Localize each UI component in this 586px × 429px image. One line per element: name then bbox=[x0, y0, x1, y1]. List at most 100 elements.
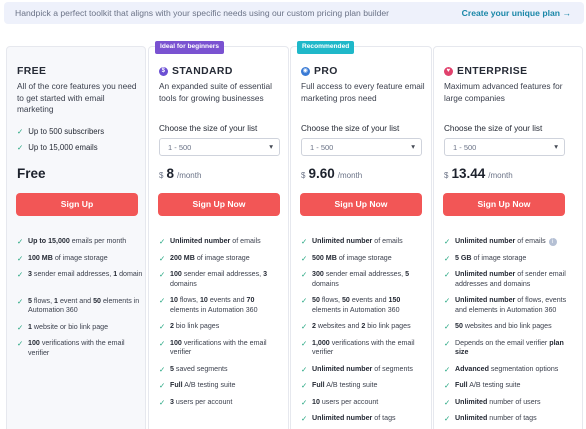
info-icon[interactable]: i bbox=[548, 238, 557, 246]
enterprise-plan-icon: ♥ bbox=[444, 67, 453, 76]
feature-item: ✓ Unlimited number of emails bbox=[159, 237, 285, 247]
feature-item: ✓ 100 verifications with the email verifi… bbox=[17, 339, 143, 358]
feature-item: ✓ 5 flows, 1 event and 50 elements in Aut… bbox=[17, 297, 143, 316]
list-size-label: Choose the size of your list bbox=[159, 124, 258, 133]
feature-text: 5 flows, 1 event and 50 elements in Auto… bbox=[28, 296, 140, 315]
select-value: 1 - 500 bbox=[453, 143, 477, 152]
feature-item: ✓ Unlimited number of flows, events and e… bbox=[444, 296, 570, 315]
check-icon: ✓ bbox=[301, 397, 308, 407]
feature-text: 3 sender email addresses, 1 domain bbox=[28, 270, 143, 278]
list-size-select[interactable]: 1 - 500 ▾ bbox=[301, 138, 422, 156]
feature-text: 100 verifications with the email verifie… bbox=[28, 339, 125, 357]
create-plan-link[interactable]: Create your unique plan → bbox=[462, 8, 571, 18]
quick-features: ✓ Up to 500 subscribers ✓ Up to 15,000 e… bbox=[17, 123, 104, 155]
feature-item: ✓ 2 websites and 2 bio link pages bbox=[301, 322, 427, 332]
check-icon: ✓ bbox=[301, 270, 308, 279]
check-icon: ✓ bbox=[159, 270, 166, 279]
check-icon: ✓ bbox=[17, 270, 24, 279]
feature-text: 200 MB of image storage bbox=[170, 253, 250, 262]
check-icon: ✓ bbox=[159, 253, 166, 263]
sign-up-now-button[interactable]: Sign Up Now bbox=[158, 193, 280, 216]
check-icon: ✓ bbox=[17, 322, 24, 332]
check-icon: ✓ bbox=[301, 364, 308, 374]
feature-item: ✓ 300 sender email addresses, 5 domains bbox=[301, 270, 427, 289]
sign-up-now-button[interactable]: Sign Up Now bbox=[300, 193, 422, 216]
check-icon: ✓ bbox=[159, 381, 166, 390]
check-icon: ✓ bbox=[444, 381, 451, 390]
select-value: 1 - 500 bbox=[168, 143, 192, 152]
check-icon: ✓ bbox=[17, 237, 24, 246]
check-icon: ✓ bbox=[17, 253, 24, 263]
feature-item: ✓ Unlimited number of emails i bbox=[444, 237, 570, 247]
feature-list: ✓ Unlimited number of emails ✓ 500 MB of im… bbox=[301, 237, 427, 429]
feature-text: 1 website or bio link page bbox=[28, 322, 109, 331]
check-icon: ✓ bbox=[444, 397, 451, 407]
check-icon: ✓ bbox=[301, 237, 308, 246]
feature-item: ✓ Full A/B testing suite bbox=[444, 381, 570, 391]
feature-item: ✓ 50 flows, 50 events and 150 elements in… bbox=[301, 296, 427, 315]
feature-item: ✓ 5 GB of image storage bbox=[444, 254, 570, 264]
feature-item: ✓ Full A/B testing suite bbox=[301, 381, 427, 391]
plan-card-standard: Ideal for beginners $ STANDARD An expand… bbox=[148, 41, 289, 429]
feature-item: ✓ Unlimited number of emails bbox=[301, 237, 427, 247]
list-size-select[interactable]: 1 - 500 ▾ bbox=[444, 138, 565, 156]
list-size-label: Choose the size of your list bbox=[301, 124, 400, 133]
pro-plan-icon: ◉ bbox=[301, 67, 310, 76]
feature-text: 1,000 verifications with the email verif… bbox=[312, 338, 415, 357]
feature-item: ✓ 100 MB of image storage bbox=[17, 254, 143, 264]
check-icon: ✓ bbox=[301, 322, 308, 331]
badge-ideal-for-beginners: Ideal for beginners bbox=[155, 41, 224, 54]
feature-text: Full A/B testing suite bbox=[312, 381, 378, 389]
feature-text: 50 flows, 50 events and 150 elements in … bbox=[312, 296, 401, 314]
check-icon: ✓ bbox=[17, 296, 24, 306]
check-icon: ✓ bbox=[301, 253, 308, 263]
price: $ 9.60 /month bbox=[301, 166, 363, 181]
badge-recommended: Recommended bbox=[297, 41, 355, 54]
feature-item: ✓ 200 MB of image storage bbox=[159, 254, 285, 264]
feature-item: ✓ Unlimited number of users bbox=[444, 398, 570, 408]
feature-item: ✓ 10 flows, 10 events and 70 elements in … bbox=[159, 296, 285, 315]
check-icon: ✓ bbox=[444, 237, 451, 246]
feature-item: ✓ 50 websites and bio link pages bbox=[444, 322, 570, 332]
feature-item: ✓ 2 bio link pages bbox=[159, 322, 285, 332]
standard-plan-icon: $ bbox=[159, 67, 168, 76]
feature-item: ✓ Unlimited number of segments bbox=[301, 365, 427, 375]
check-icon: ✓ bbox=[444, 364, 451, 374]
sign-up-now-button[interactable]: Sign Up Now bbox=[443, 193, 565, 216]
check-icon: ✓ bbox=[159, 338, 166, 348]
caret-down-icon: ▾ bbox=[269, 142, 273, 151]
feature-list: ✓ Unlimited number of emails i ✓ 5 GB of ima… bbox=[444, 237, 570, 429]
feature-text: Unlimited number of flows, events and el… bbox=[455, 296, 567, 314]
feature-text: 500 MB of image storage bbox=[312, 253, 392, 262]
check-icon: ✓ bbox=[17, 126, 24, 136]
feature-item: ✓ Unlimited number of sender email addres… bbox=[444, 270, 570, 289]
feature-item: ✓ Up to 15,000 emails per month bbox=[17, 237, 143, 247]
price: $ 8 /month bbox=[159, 166, 202, 181]
check-icon: ✓ bbox=[444, 338, 451, 348]
price: Free bbox=[17, 166, 46, 181]
check-icon: ✓ bbox=[301, 414, 308, 423]
list-size-select[interactable]: 1 - 500 ▾ bbox=[159, 138, 280, 156]
feature-text: Unlimited number of segments bbox=[312, 364, 413, 373]
check-icon: ✓ bbox=[444, 270, 451, 279]
feature-item: ✓ Full A/B testing suite bbox=[159, 381, 285, 391]
feature-list: ✓ Unlimited number of emails ✓ 200 MB of im… bbox=[159, 237, 285, 414]
check-icon: ✓ bbox=[159, 296, 166, 305]
plan-description: Maximum advanced features for large comp… bbox=[444, 81, 563, 103]
select-value: 1 - 500 bbox=[310, 143, 334, 152]
check-icon: ✓ bbox=[17, 142, 24, 152]
feature-text: Advanced segmentation options bbox=[455, 364, 559, 373]
check-icon: ✓ bbox=[159, 364, 166, 374]
feature-item: ✓ 500 MB of image storage bbox=[301, 254, 427, 264]
caret-down-icon: ▾ bbox=[411, 142, 415, 151]
sign-up-button[interactable]: Sign Up bbox=[16, 193, 138, 216]
check-icon: ✓ bbox=[444, 296, 451, 305]
feature-item: ✓ 5 saved segments bbox=[159, 365, 285, 375]
check-icon: ✓ bbox=[17, 339, 24, 348]
price: $ 13.44 /month bbox=[444, 166, 513, 181]
plan-card-pro: Recommended ◉ PRO Full access to every f… bbox=[290, 41, 432, 429]
feature-text: Unlimited number of emails bbox=[170, 237, 261, 245]
feature-text: 50 websites and bio link pages bbox=[455, 322, 552, 330]
feature-text: 10 flows, 10 events and 70 elements in A… bbox=[170, 296, 258, 314]
feature-item: ✓ 10 users per account bbox=[301, 398, 427, 408]
